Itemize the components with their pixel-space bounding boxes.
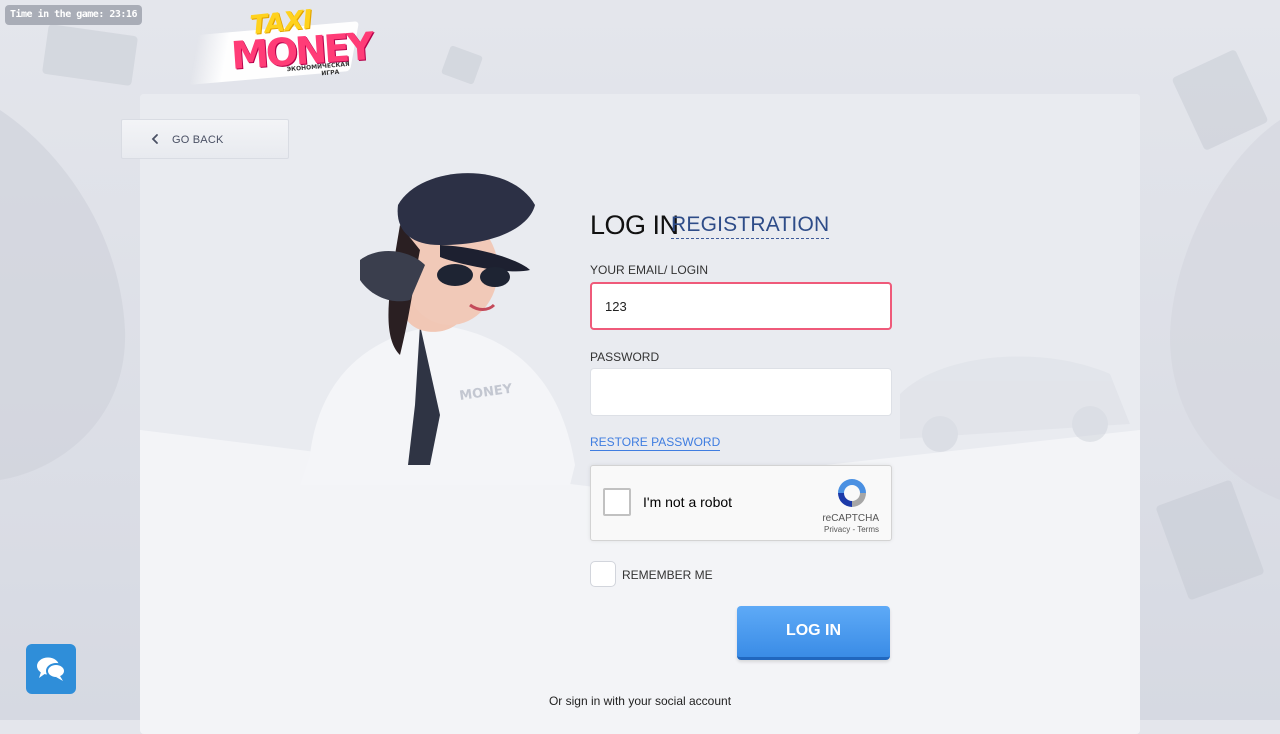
form-heading: LOG IN REGISTRATION [590, 210, 830, 240]
email-label: YOUR EMAIL/ LOGIN [590, 263, 709, 277]
captcha-checkbox[interactable] [603, 488, 631, 516]
go-back-button[interactable]: GO BACK [121, 119, 289, 159]
chat-button[interactable] [26, 644, 76, 694]
recaptcha-links[interactable]: Privacy - Terms [824, 526, 879, 534]
registration-link[interactable]: REGISTRATION [671, 214, 830, 239]
login-button[interactable]: LOG IN [737, 606, 890, 660]
go-back-label: GO BACK [172, 134, 224, 146]
captcha-label: I'm not a robot [643, 494, 733, 510]
game-timer: Time in the game: 23:16 [5, 5, 142, 25]
password-input[interactable] [590, 368, 892, 416]
taxi-money-logo[interactable]: TAXI MONEY экономическая игра [188, 5, 373, 85]
remember-me-checkbox[interactable] [590, 561, 616, 587]
chat-bubbles-icon [37, 657, 66, 681]
login-title: LOG IN [590, 210, 679, 240]
remember-me-label[interactable]: REMEMBER ME [622, 569, 713, 581]
email-input[interactable] [590, 282, 892, 330]
chevron-left-icon [151, 134, 158, 144]
restore-password-link[interactable]: RESTORE PASSWORD [590, 436, 721, 451]
recaptcha-widget: I'm not a robot reCAPTCHA Privacy - Term… [590, 465, 892, 541]
taxi-driver-illustration: MONEY [300, 173, 575, 485]
logo-tagline: экономическая игра [286, 60, 350, 78]
social-signin-text: Or sign in with your social account [548, 694, 732, 708]
recaptcha-icon [838, 479, 866, 507]
password-label: PASSWORD [590, 350, 660, 364]
recaptcha-brand: reCAPTCHA [822, 513, 879, 524]
